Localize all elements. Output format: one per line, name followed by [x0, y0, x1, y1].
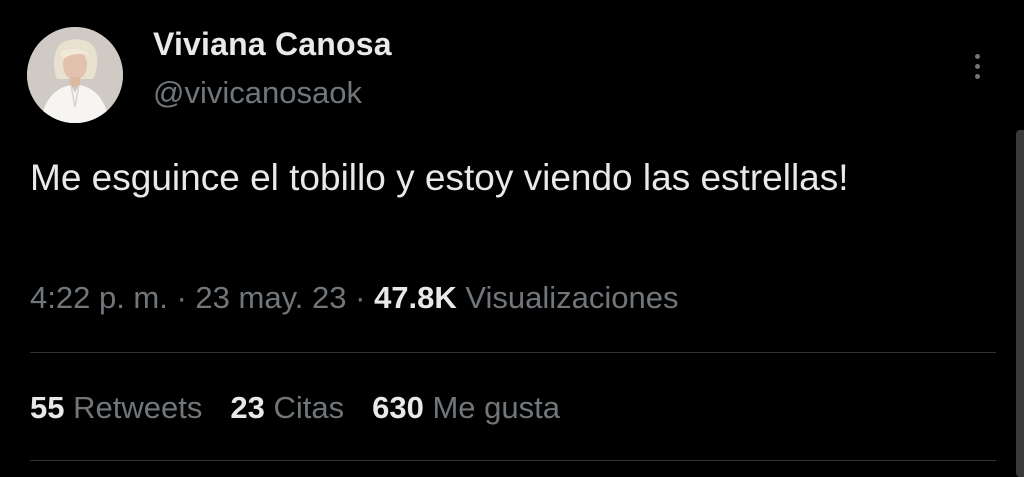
engagement-stats: 55 Retweets 23 Citas 630 Me gusta — [30, 390, 588, 426]
divider — [30, 352, 996, 353]
likes-label: Me gusta — [432, 390, 560, 425]
retweets-label: Retweets — [73, 390, 203, 425]
meta-separator: · — [346, 280, 375, 315]
more-vertical-icon — [975, 54, 980, 59]
tweet-detail: Viviana Canosa @vivicanosaok Me esguince… — [0, 0, 1024, 477]
quotes-label: Citas — [273, 390, 345, 425]
likes-stat[interactable]: 630 Me gusta — [372, 390, 560, 425]
tweet-time[interactable]: 4:22 p. m. — [30, 280, 168, 315]
author-handle[interactable]: @vivicanosaok — [153, 75, 362, 111]
retweets-count: 55 — [30, 390, 65, 425]
likes-count: 630 — [372, 390, 424, 425]
views-count[interactable]: 47.8K — [374, 280, 457, 315]
tweet-text: Me esguince el tobillo y estoy viendo la… — [30, 157, 849, 198]
meta-separator: · — [167, 280, 196, 315]
scrollbar[interactable] — [1016, 130, 1024, 477]
divider — [30, 460, 996, 461]
retweets-stat[interactable]: 55 Retweets — [30, 390, 202, 425]
more-vertical-icon-dot — [975, 64, 980, 69]
tweet-date[interactable]: 23 may. 23 — [195, 280, 346, 315]
quotes-count: 23 — [230, 390, 265, 425]
views-label[interactable]: Visualizaciones — [465, 280, 678, 315]
quotes-stat[interactable]: 23 Citas — [230, 390, 344, 425]
more-vertical-icon-dot — [975, 74, 980, 79]
author-name[interactable]: Viviana Canosa — [153, 26, 392, 63]
profile-photo-icon — [27, 27, 123, 123]
more-options-button[interactable] — [962, 46, 992, 86]
tweet-meta: 4:22 p. m. · 23 may. 23 · 47.8K Visualiz… — [30, 280, 679, 316]
avatar[interactable] — [27, 27, 123, 123]
